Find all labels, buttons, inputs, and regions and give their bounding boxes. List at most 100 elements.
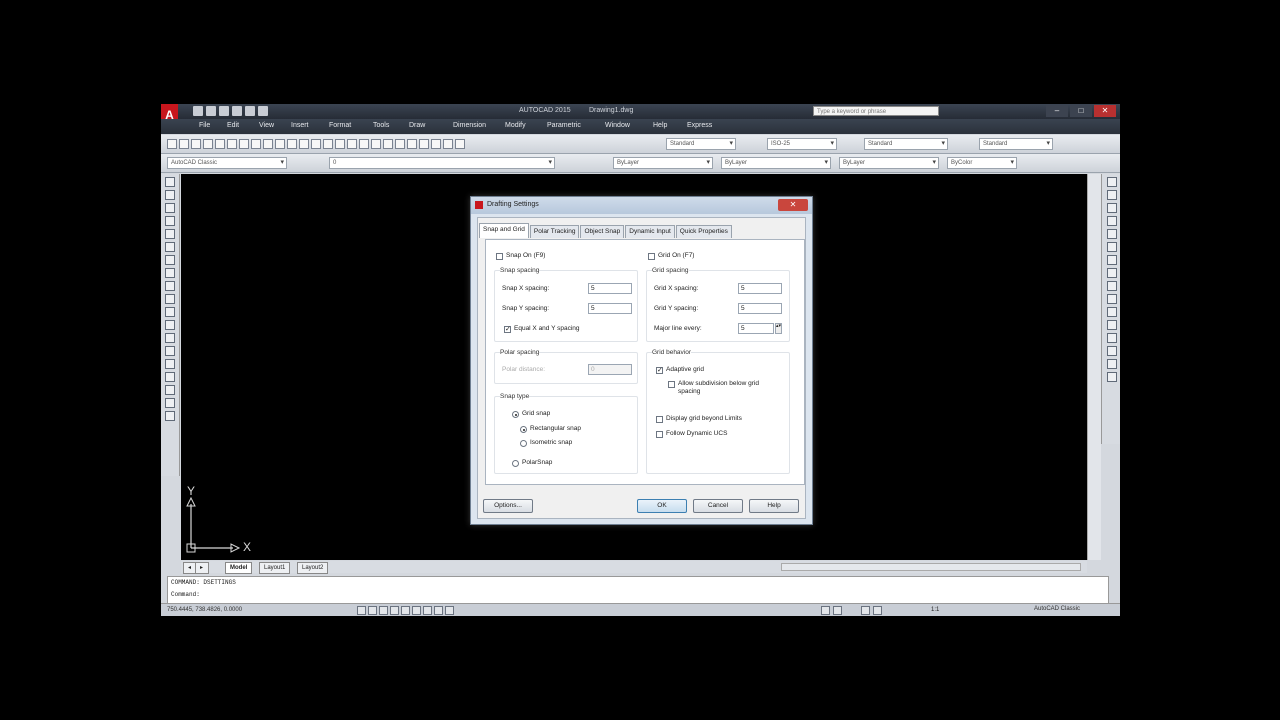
- chamfer-icon[interactable]: [1106, 346, 1117, 356]
- follow-dynamic-ucs-checkbox[interactable]: [656, 431, 663, 438]
- infer-constraints-icon[interactable]: [357, 606, 366, 615]
- line-icon[interactable]: [165, 177, 175, 187]
- equal-xy-checkbox[interactable]: ✓: [504, 326, 511, 333]
- polarsnap-radio[interactable]: [512, 460, 519, 467]
- paste-icon[interactable]: [275, 139, 285, 149]
- isometric-snap-radio[interactable]: [520, 440, 527, 447]
- tab-dynamic-input[interactable]: Dynamic Input: [625, 225, 675, 238]
- annotation-scale[interactable]: 1:1: [931, 607, 939, 613]
- properties-icon[interactable]: [383, 139, 393, 149]
- workspace-switch[interactable]: AutoCAD Classic: [1034, 606, 1080, 612]
- grid-display-icon[interactable]: [379, 606, 388, 615]
- search-input[interactable]: Type a keyword or phrase: [813, 106, 939, 116]
- make-block-icon[interactable]: [165, 333, 175, 343]
- mleader-style-combo[interactable]: Standard: [979, 138, 1053, 150]
- copy-object-icon[interactable]: [1106, 190, 1117, 200]
- plot-icon[interactable]: [203, 139, 213, 149]
- tab-model[interactable]: Model: [225, 562, 253, 574]
- grid-on-checkbox[interactable]: [648, 253, 655, 260]
- menu-view[interactable]: View: [259, 122, 274, 129]
- region-icon[interactable]: [165, 385, 175, 395]
- polyline-icon[interactable]: [165, 203, 175, 213]
- color-combo[interactable]: ByLayer: [613, 157, 713, 169]
- polar-tracking-icon[interactable]: [401, 606, 410, 615]
- help-button[interactable]: Help: [749, 499, 799, 513]
- tab-quick-properties[interactable]: Quick Properties: [675, 225, 732, 238]
- stretch-icon[interactable]: [1106, 281, 1117, 291]
- revcloud-icon[interactable]: [165, 268, 175, 278]
- allow-subdivision-checkbox[interactable]: [668, 381, 675, 388]
- tab-layout1[interactable]: Layout1: [259, 562, 291, 574]
- new-icon[interactable]: [193, 106, 203, 116]
- pan-status-icon[interactable]: [861, 606, 870, 615]
- spline-icon[interactable]: [165, 281, 175, 291]
- rectangular-snap-radio[interactable]: [520, 426, 527, 433]
- menu-draw[interactable]: Draw: [409, 122, 425, 129]
- open-icon[interactable]: [179, 139, 189, 149]
- undo-icon[interactable]: [311, 139, 321, 149]
- grid-snap-radio[interactable]: [512, 411, 519, 418]
- redo-icon[interactable]: [245, 106, 255, 116]
- polar-distance-input[interactable]: 0: [588, 364, 632, 375]
- zoom-realtime-icon[interactable]: [347, 139, 357, 149]
- extend-icon[interactable]: [1106, 307, 1117, 317]
- zoom-window-icon[interactable]: [359, 139, 369, 149]
- plot-icon[interactable]: [258, 106, 268, 116]
- block-editor-icon[interactable]: [299, 139, 309, 149]
- adaptive-grid-checkbox[interactable]: ✓: [656, 367, 663, 374]
- horizontal-scrollbar[interactable]: [781, 563, 1081, 571]
- point-icon[interactable]: [165, 346, 175, 356]
- major-line-spinner[interactable]: ▴▾: [775, 323, 782, 334]
- dynamic-input-icon[interactable]: [445, 606, 454, 615]
- zoom-status-icon[interactable]: [873, 606, 882, 615]
- command-prompt[interactable]: Command:: [168, 589, 1108, 601]
- quick-view-icon[interactable]: [833, 606, 842, 615]
- 3d-print-icon[interactable]: [239, 139, 249, 149]
- markup-icon[interactable]: [431, 139, 441, 149]
- vertical-scrollbar[interactable]: [1087, 174, 1101, 560]
- linetype-combo[interactable]: ByLayer: [721, 157, 831, 169]
- menu-edit[interactable]: Edit: [227, 122, 239, 129]
- save-icon[interactable]: [191, 139, 201, 149]
- quickcalc-icon[interactable]: [443, 139, 453, 149]
- plotstyle-combo[interactable]: ByColor: [947, 157, 1017, 169]
- tab-nav-next[interactable]: ▸: [195, 562, 209, 574]
- menu-format[interactable]: Format: [329, 122, 351, 129]
- hatch-icon[interactable]: [165, 359, 175, 369]
- array-icon[interactable]: [1106, 229, 1117, 239]
- options-button[interactable]: Options...: [483, 499, 533, 513]
- arc-icon[interactable]: [165, 242, 175, 252]
- cancel-button[interactable]: Cancel: [693, 499, 743, 513]
- dialog-close-button[interactable]: ✕: [778, 199, 808, 211]
- zoom-previous-icon[interactable]: [371, 139, 381, 149]
- object-snap-icon[interactable]: [412, 606, 421, 615]
- circle-icon[interactable]: [165, 255, 175, 265]
- undo-icon[interactable]: [232, 106, 242, 116]
- multiline-text-icon[interactable]: [165, 411, 175, 421]
- major-line-input[interactable]: 5: [738, 323, 774, 334]
- snap-x-input[interactable]: 5: [588, 283, 632, 294]
- pan-icon[interactable]: [335, 139, 345, 149]
- snap-mode-icon[interactable]: [368, 606, 377, 615]
- command-line[interactable]: COMMAND: DSETTINGS Command:: [167, 576, 1109, 604]
- ellipse-icon[interactable]: [165, 294, 175, 304]
- copy-icon[interactable]: [263, 139, 273, 149]
- polygon-icon[interactable]: [165, 216, 175, 226]
- join-icon[interactable]: [1106, 333, 1117, 343]
- erase-icon[interactable]: [1106, 177, 1117, 187]
- match-properties-icon[interactable]: [287, 139, 297, 149]
- qnew-icon[interactable]: [167, 139, 177, 149]
- tool-palettes-icon[interactable]: [407, 139, 417, 149]
- menu-help[interactable]: Help: [653, 122, 667, 129]
- table-style-combo[interactable]: Standard: [864, 138, 948, 150]
- dim-style-combo[interactable]: ISO-25: [767, 138, 837, 150]
- menu-dimension[interactable]: Dimension: [453, 122, 486, 129]
- break-icon[interactable]: [1106, 320, 1117, 330]
- rotate-icon[interactable]: [1106, 255, 1117, 265]
- text-style-combo[interactable]: Standard: [666, 138, 736, 150]
- scale-icon[interactable]: [1106, 268, 1117, 278]
- snap-y-input[interactable]: 5: [588, 303, 632, 314]
- display-beyond-limits-checkbox[interactable]: [656, 416, 663, 423]
- ok-button[interactable]: OK: [637, 499, 687, 513]
- tab-snap-and-grid[interactable]: Snap and Grid: [479, 223, 529, 238]
